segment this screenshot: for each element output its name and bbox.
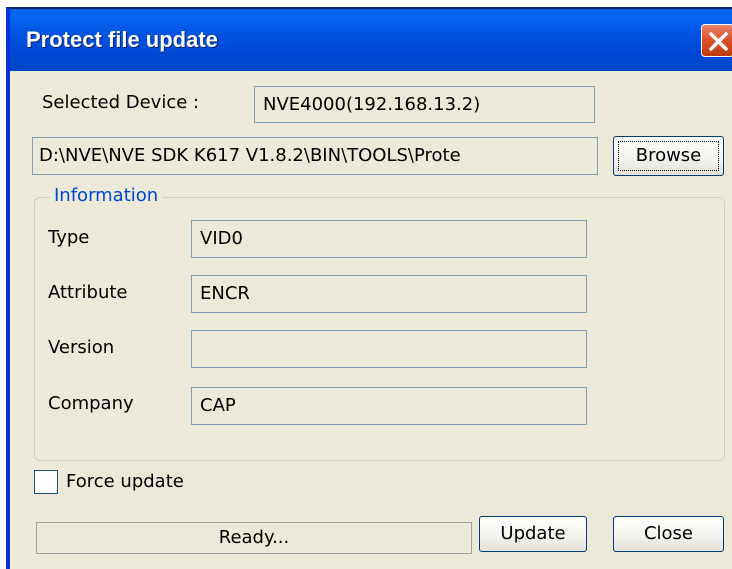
type-field: VID0 bbox=[191, 220, 587, 258]
window-title: Protect file update bbox=[26, 27, 218, 52]
attribute-label: Attribute bbox=[48, 282, 128, 303]
update-button-label: Update bbox=[500, 523, 566, 544]
browse-focus-rect bbox=[618, 141, 719, 171]
company-field: CAP bbox=[191, 387, 587, 425]
file-path-field[interactable]: D:\NVE\NVE SDK K617 V1.8.2\BIN\TOOLS\Pro… bbox=[32, 137, 598, 175]
title-bar[interactable]: Protect file update bbox=[10, 9, 732, 71]
selected-device-field: NVE4000(192.168.13.2) bbox=[254, 86, 595, 123]
browse-button[interactable]: Browse bbox=[613, 136, 724, 176]
selected-device-label: Selected Device : bbox=[42, 92, 200, 113]
window-close-button[interactable] bbox=[701, 24, 732, 57]
close-button-label: Close bbox=[643, 523, 694, 544]
company-label: Company bbox=[48, 393, 134, 414]
close-icon bbox=[709, 32, 728, 51]
force-update-checkbox[interactable] bbox=[34, 470, 58, 494]
update-button[interactable]: Update bbox=[479, 516, 587, 552]
information-group-title: Information bbox=[50, 185, 163, 206]
force-update-label[interactable]: Force update bbox=[66, 471, 184, 492]
version-label: Version bbox=[48, 337, 115, 358]
type-label: Type bbox=[48, 227, 90, 248]
version-field bbox=[191, 330, 587, 368]
status-bar: Ready... bbox=[36, 522, 472, 554]
close-button[interactable]: Close bbox=[613, 516, 724, 552]
protect-file-update-dialog: Protect file update Selected Device : NV… bbox=[6, 7, 732, 569]
attribute-field: ENCR bbox=[191, 275, 587, 313]
